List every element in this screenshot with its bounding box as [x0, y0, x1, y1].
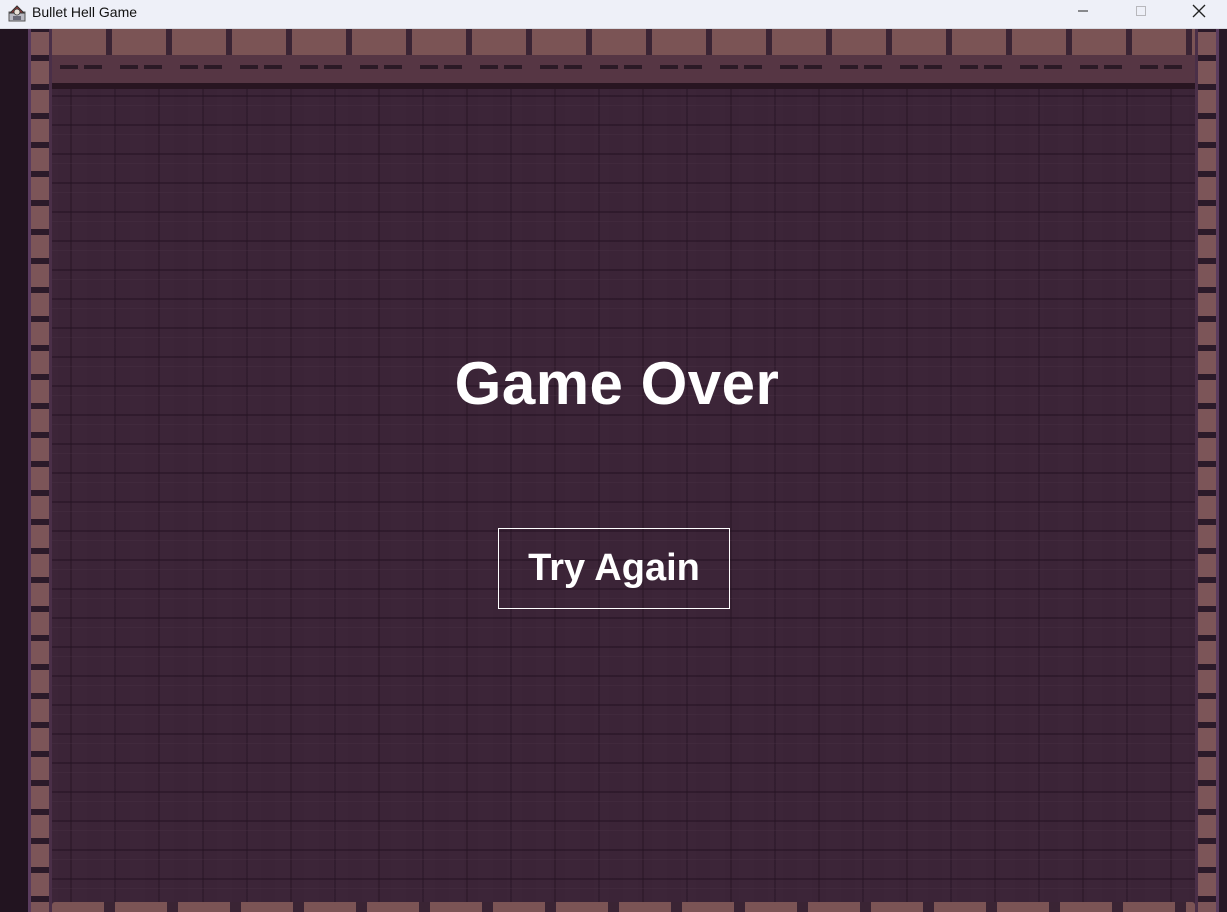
- maximize-icon: [1136, 6, 1146, 16]
- left-wall-edge: [28, 29, 31, 912]
- game-window: Bullet Hell Game Game Over Try Again: [0, 0, 1227, 912]
- game-canvas[interactable]: Game Over Try Again: [0, 29, 1227, 912]
- close-icon: [1192, 4, 1206, 18]
- maximize-button[interactable]: [1112, 0, 1170, 22]
- window-title: Bullet Hell Game: [32, 4, 138, 20]
- bottom-wall: [52, 902, 1195, 912]
- close-button[interactable]: [1170, 0, 1227, 22]
- outer-shadow-left: [0, 29, 28, 912]
- left-wall: [28, 29, 52, 912]
- top-wall-trim: [52, 55, 1195, 83]
- top-wall-shadow: [52, 83, 1195, 89]
- minimize-button[interactable]: [1054, 0, 1112, 22]
- java-app-icon: [8, 5, 26, 22]
- try-again-button[interactable]: Try Again: [498, 528, 730, 609]
- outer-shadow-right: [1219, 29, 1227, 912]
- title-bar[interactable]: Bullet Hell Game: [0, 0, 1227, 29]
- dungeon-floor-highlights: [52, 89, 1195, 912]
- game-over-title: Game Over: [454, 350, 780, 417]
- minimize-icon: [1078, 10, 1088, 12]
